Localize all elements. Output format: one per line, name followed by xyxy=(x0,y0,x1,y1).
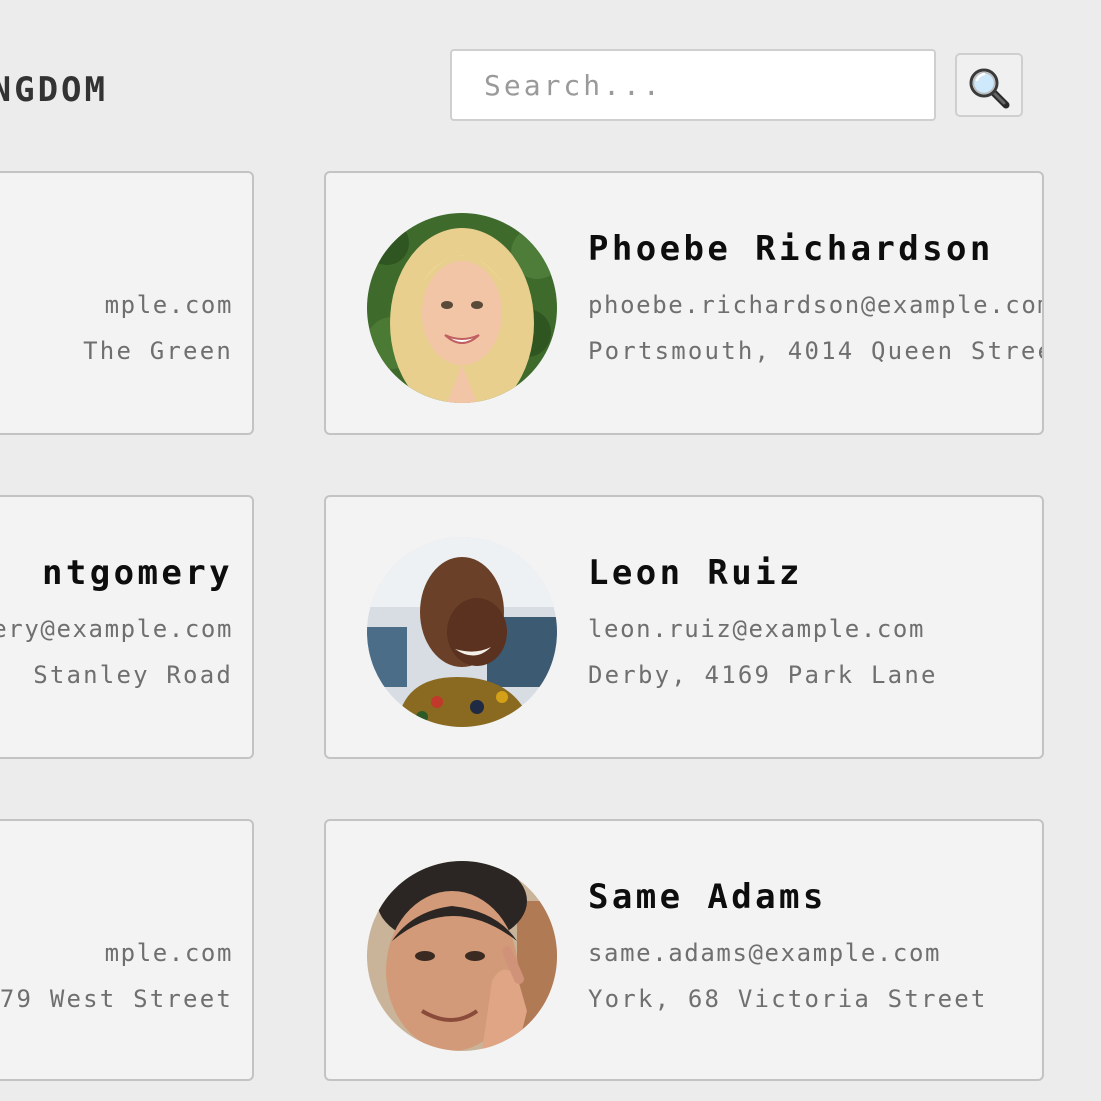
contact-address: Portsmouth, 4014 Queen Street xyxy=(588,337,1044,365)
contact-card[interactable]: mple.com The Green xyxy=(0,171,254,435)
contact-email[interactable]: same.adams@example.com xyxy=(588,939,941,967)
contact-name: Phoebe Richardson xyxy=(588,229,994,269)
contact-card[interactable]: mple.com 79 West Street xyxy=(0,819,254,1081)
avatar xyxy=(367,213,557,403)
contact-name: ntgomery xyxy=(42,553,233,593)
contact-name: Same Adams xyxy=(588,877,827,917)
contact-name: Leon Ruiz xyxy=(588,553,803,593)
contact-card[interactable]: Phoebe Richardson phoebe.richardson@exam… xyxy=(324,171,1044,435)
contact-card[interactable]: Leon Ruiz leon.ruiz@example.com Derby, 4… xyxy=(324,495,1044,759)
contact-address: 79 West Street xyxy=(0,985,233,1013)
avatar xyxy=(367,861,557,1051)
page-title-text: NGDOM xyxy=(0,70,108,110)
contact-address: Stanley Road xyxy=(33,661,233,689)
contact-email[interactable]: leon.ruiz@example.com xyxy=(588,615,925,643)
contact-card[interactable]: ntgomery mery@example.com Stanley Road xyxy=(0,495,254,759)
search-icon xyxy=(969,68,1010,109)
contact-email[interactable]: mery@example.com xyxy=(0,615,233,643)
contact-address: York, 68 Victoria Street xyxy=(588,985,988,1013)
search-button[interactable] xyxy=(955,53,1023,117)
contact-address: The Green xyxy=(83,337,233,365)
contact-card[interactable]: Same Adams same.adams@example.com York, … xyxy=(324,819,1044,1081)
contact-address: Derby, 4169 Park Lane xyxy=(588,661,938,689)
contact-email[interactable]: phoebe.richardson@example.com xyxy=(588,291,1042,319)
contact-email[interactable]: mple.com xyxy=(105,291,233,319)
avatar xyxy=(367,537,557,727)
search-input[interactable] xyxy=(450,49,936,121)
page-title: NGDOM xyxy=(0,66,110,114)
contact-email[interactable]: mple.com xyxy=(105,939,233,967)
